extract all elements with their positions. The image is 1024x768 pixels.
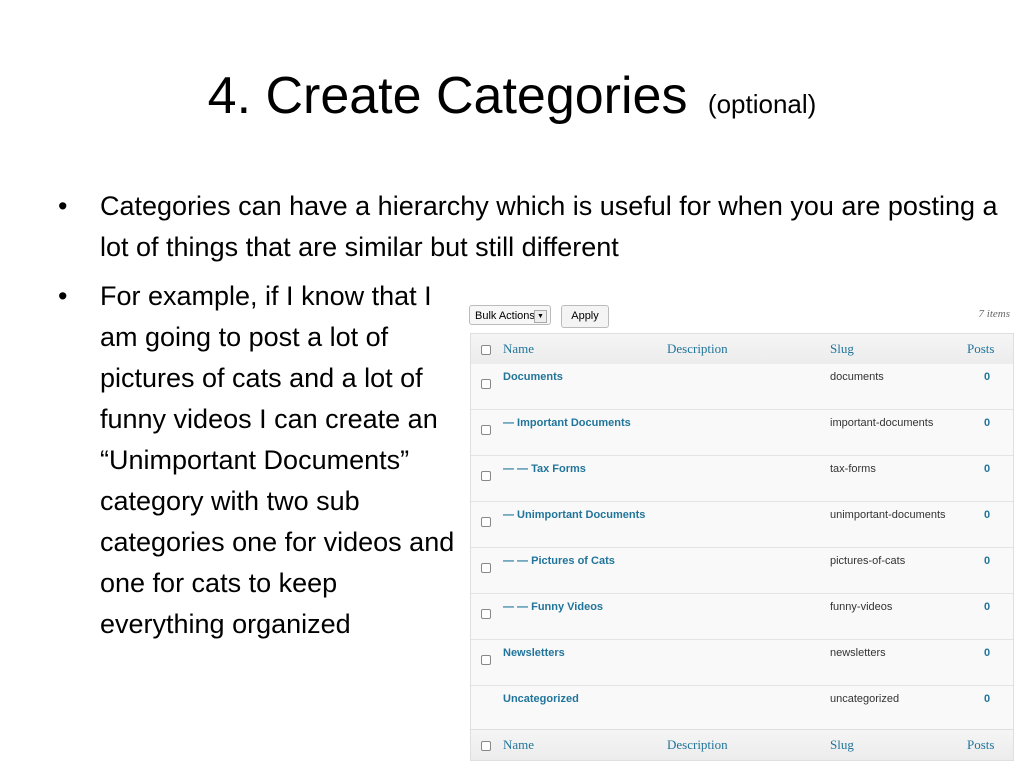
category-name-link[interactable]: — — Tax Forms bbox=[503, 463, 586, 475]
column-footer-slug[interactable]: Slug bbox=[830, 737, 854, 753]
apply-button[interactable]: Apply bbox=[561, 305, 609, 328]
title-sub: (optional) bbox=[707, 89, 817, 119]
post-count-link[interactable]: 0 bbox=[984, 555, 990, 567]
table-row: — — Funny Videos funny-videos 0 bbox=[471, 594, 1013, 640]
row-checkbox[interactable] bbox=[481, 379, 491, 389]
row-checkbox[interactable] bbox=[481, 655, 491, 665]
post-count-link[interactable]: 0 bbox=[984, 417, 990, 429]
table-footer: Name Description Slug Posts bbox=[471, 729, 1013, 760]
column-header-description[interactable]: Description bbox=[667, 341, 728, 357]
category-slug: tax-forms bbox=[830, 463, 876, 475]
bullet-2-text: For example, if I know that I am going t… bbox=[100, 281, 455, 639]
column-footer-posts[interactable]: Posts bbox=[967, 737, 994, 753]
bullet-dot-icon: • bbox=[58, 191, 68, 221]
post-count-link[interactable]: 0 bbox=[984, 693, 990, 705]
table-row: Documents documents 0 bbox=[471, 364, 1013, 410]
category-slug: unimportant-documents bbox=[830, 509, 946, 521]
column-footer-description[interactable]: Description bbox=[667, 737, 728, 753]
table-row: Uncategorized uncategorized 0 bbox=[471, 686, 1013, 732]
column-footer-name[interactable]: Name bbox=[503, 737, 534, 753]
category-table-screenshot: Bulk Actions ▼ Apply 7 items Name Descri… bbox=[468, 302, 1016, 762]
post-count-link[interactable]: 0 bbox=[984, 371, 990, 383]
bullet-1: • Categories can have a hierarchy which … bbox=[58, 186, 1000, 268]
column-header-slug[interactable]: Slug bbox=[830, 341, 854, 357]
bulk-actions-select[interactable]: Bulk Actions ▼ bbox=[469, 305, 551, 325]
bullet-dot-icon: • bbox=[58, 281, 68, 311]
table-row: — — Pictures of Cats pictures-of-cats 0 bbox=[471, 548, 1013, 594]
category-slug: funny-videos bbox=[830, 601, 893, 613]
chevron-down-icon: ▼ bbox=[534, 310, 547, 323]
row-checkbox[interactable] bbox=[481, 425, 491, 435]
column-header-posts[interactable]: Posts bbox=[967, 341, 994, 357]
table-row: Newsletters newsletters 0 bbox=[471, 640, 1013, 686]
item-count: 7 items bbox=[978, 308, 1010, 320]
table-header: Name Description Slug Posts bbox=[471, 334, 1013, 365]
categories-table: Name Description Slug Posts Documents do… bbox=[470, 333, 1014, 761]
post-count-link[interactable]: 0 bbox=[984, 647, 990, 659]
row-checkbox[interactable] bbox=[481, 517, 491, 527]
post-count-link[interactable]: 0 bbox=[984, 601, 990, 613]
category-name-link[interactable]: — Unimportant Documents bbox=[503, 509, 645, 521]
category-name-link[interactable]: — — Funny Videos bbox=[503, 601, 603, 613]
bulk-actions-label: Bulk Actions bbox=[475, 310, 535, 322]
row-checkbox[interactable] bbox=[481, 563, 491, 573]
table-toolbar: Bulk Actions ▼ Apply 7 items bbox=[468, 302, 1016, 330]
table-row: — Unimportant Documents unimportant-docu… bbox=[471, 502, 1013, 548]
category-slug: newsletters bbox=[830, 647, 886, 659]
category-name-link[interactable]: — Important Documents bbox=[503, 417, 631, 429]
category-slug: documents bbox=[830, 371, 884, 383]
table-row: — — Tax Forms tax-forms 0 bbox=[471, 456, 1013, 502]
category-name-link[interactable]: Uncategorized bbox=[503, 693, 579, 705]
row-checkbox[interactable] bbox=[481, 471, 491, 481]
post-count-link[interactable]: 0 bbox=[984, 509, 990, 521]
category-slug: pictures-of-cats bbox=[830, 555, 906, 567]
slide-title: 4. Create Categories (optional) bbox=[0, 60, 1024, 140]
bullet-2: • For example, if I know that I am going… bbox=[58, 276, 460, 645]
category-slug: important-documents bbox=[830, 417, 934, 429]
select-all-checkbox-footer[interactable] bbox=[481, 741, 491, 751]
select-all-checkbox[interactable] bbox=[481, 345, 491, 355]
table-row: — Important Documents important-document… bbox=[471, 410, 1013, 456]
category-slug: uncategorized bbox=[830, 693, 900, 705]
category-name-link[interactable]: Newsletters bbox=[503, 647, 565, 659]
bullet-1-text: Categories can have a hierarchy which is… bbox=[100, 191, 998, 262]
post-count-link[interactable]: 0 bbox=[984, 463, 990, 475]
category-name-link[interactable]: — — Pictures of Cats bbox=[503, 555, 615, 567]
row-checkbox[interactable] bbox=[481, 609, 491, 619]
column-header-name[interactable]: Name bbox=[503, 341, 534, 357]
title-main: 4. Create Categories bbox=[207, 67, 688, 125]
category-name-link[interactable]: Documents bbox=[503, 371, 563, 383]
